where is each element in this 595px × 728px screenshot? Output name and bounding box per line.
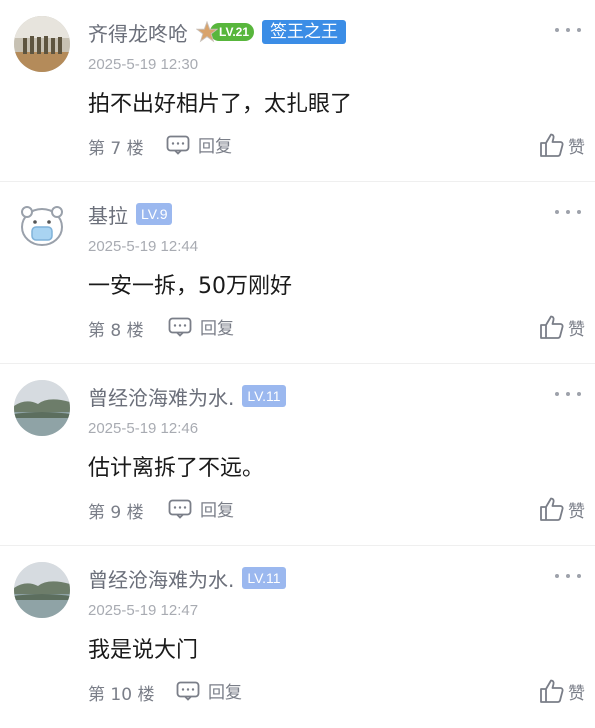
comment-item: 齐得龙咚呛 LV.21 签王之王 2025-5-19 12:30 拍不出好相片了… <box>0 0 595 182</box>
comment-item: 曾经沧海难为水. LV.11 2025-5-19 12:46 估计离拆了不远。 … <box>0 364 595 546</box>
like-button[interactable]: 赞 <box>539 496 585 522</box>
reply-icon <box>168 499 192 519</box>
more-options-icon[interactable] <box>555 568 581 584</box>
level-badge: LV.21 <box>196 21 255 43</box>
comment-text: 一安一拆，50万刚好 <box>88 274 292 299</box>
floor-number: 第 10 楼 <box>88 685 155 705</box>
title-badge: 签王之王 <box>262 20 347 44</box>
avatar-cartoon-image <box>14 198 70 254</box>
username[interactable]: 曾经沧海难为水. <box>88 382 234 411</box>
like-button[interactable]: 赞 <box>539 678 585 704</box>
reply-button[interactable]: 回复 <box>176 678 242 703</box>
thumbs-up-icon <box>540 679 564 703</box>
like-button[interactable]: 赞 <box>539 132 585 158</box>
comment-text: 拍不出好相片了，太扎眼了 <box>88 92 353 117</box>
username[interactable]: 齐得龙咚呛 <box>88 18 188 47</box>
avatar-landscape-image <box>14 16 70 72</box>
username[interactable]: 曾经沧海难为水. <box>88 564 234 593</box>
comment-item: 基拉 LV.9 2025-5-19 12:44 一安一拆，50万刚好 第 8 楼… <box>0 182 595 364</box>
level-badge: LV.11 <box>242 385 286 407</box>
like-label: 赞 <box>568 319 585 340</box>
like-label: 赞 <box>568 501 585 522</box>
comment-time: 2025-5-19 12:44 <box>88 238 199 255</box>
reply-icon <box>176 681 200 701</box>
reply-label: 回复 <box>200 501 234 521</box>
avatar[interactable] <box>14 16 70 72</box>
avatar-lake-image <box>14 380 70 436</box>
floor-number: 第 7 楼 <box>88 139 144 159</box>
more-options-icon[interactable] <box>555 204 581 220</box>
like-label: 赞 <box>568 683 585 704</box>
reply-button[interactable]: 回复 <box>168 496 234 521</box>
thumbs-up-icon <box>540 497 564 521</box>
like-label: 赞 <box>568 137 585 158</box>
reply-icon <box>166 135 190 155</box>
thumbs-up-icon <box>540 315 564 339</box>
floor-number: 第 8 楼 <box>88 321 144 341</box>
comment-item: 曾经沧海难为水. LV.11 2025-5-19 12:47 我是说大门 第 1… <box>0 546 595 728</box>
reply-label: 回复 <box>200 319 234 339</box>
level-badge: LV.9 <box>136 203 173 225</box>
like-button[interactable]: 赞 <box>539 314 585 340</box>
username[interactable]: 基拉 <box>88 200 128 229</box>
reply-button[interactable]: 回复 <box>168 314 234 339</box>
floor-number: 第 9 楼 <box>88 503 144 523</box>
comment-time: 2025-5-19 12:46 <box>88 420 199 437</box>
reply-button[interactable]: 回复 <box>166 132 232 157</box>
more-options-icon[interactable] <box>555 386 581 402</box>
avatar[interactable] <box>14 380 70 436</box>
reply-label: 回复 <box>198 137 232 157</box>
avatar[interactable] <box>14 198 70 254</box>
thumbs-up-icon <box>540 133 564 157</box>
avatar-lake-image <box>14 562 70 618</box>
comment-text: 估计离拆了不远。 <box>88 456 265 481</box>
star-icon <box>196 21 218 43</box>
comment-time: 2025-5-19 12:47 <box>88 602 199 619</box>
level-badge: LV.11 <box>242 567 286 589</box>
reply-label: 回复 <box>208 683 242 703</box>
reply-icon <box>168 317 192 337</box>
more-options-icon[interactable] <box>555 22 581 38</box>
comment-time: 2025-5-19 12:30 <box>88 56 199 73</box>
avatar[interactable] <box>14 562 70 618</box>
comment-text: 我是说大门 <box>88 638 199 663</box>
